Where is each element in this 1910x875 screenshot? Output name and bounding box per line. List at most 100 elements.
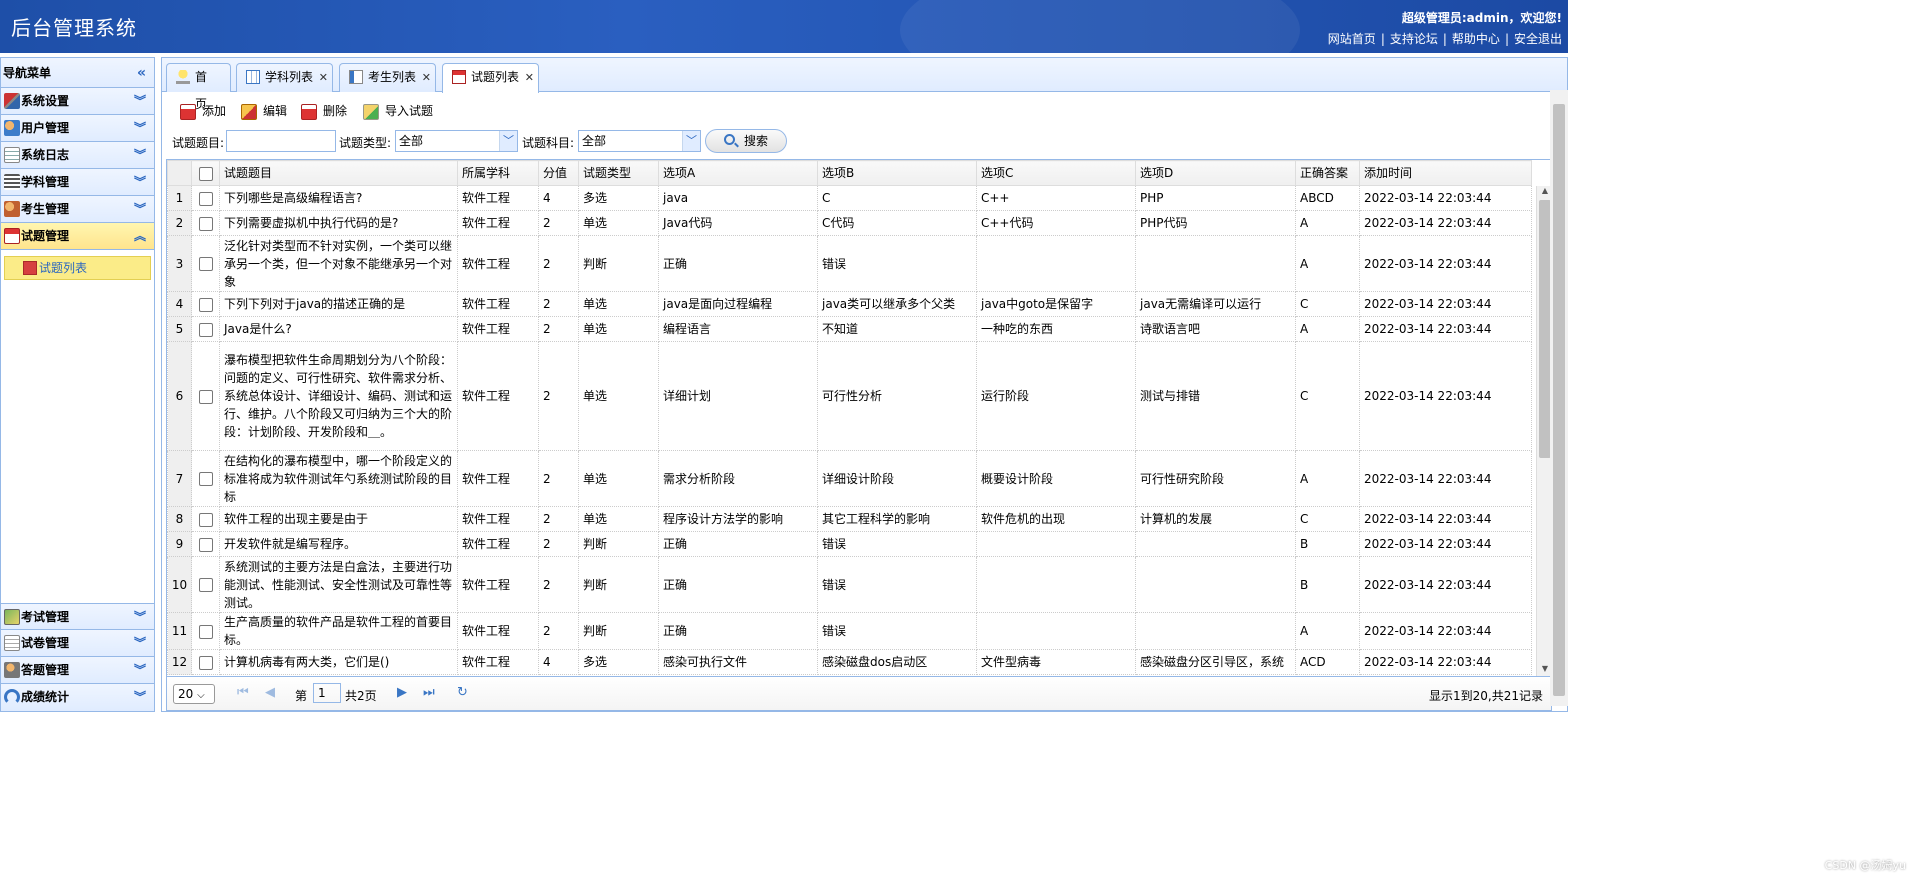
link-forum[interactable]: 支持论坛 (1390, 32, 1438, 46)
column-header[interactable]: 选项D (1135, 160, 1296, 186)
chevron-down-icon[interactable]: ﹀ (499, 131, 517, 151)
expand-icon[interactable]: ︾ (134, 604, 146, 630)
table-row[interactable]: 9 开发软件就是编写程序。 软件工程 2 判断 正确 错误 B 2022-03-14 22:03… (167, 531, 1532, 557)
menu-system-log[interactable]: 系统日志 ︾ (1, 142, 154, 169)
select-all-checkbox[interactable] (191, 160, 220, 186)
link-logout[interactable]: 安全退出 (1514, 32, 1562, 46)
column-header[interactable]: 试题题目 (219, 160, 458, 186)
table-row[interactable]: 1 下列哪些是高级编程语言? 软件工程 4 多选 java C C++ PHP ABCD 2022-… (167, 185, 1532, 211)
table-cell: 4 (538, 649, 579, 675)
sidebar-item-question-list[interactable]: 试题列表 (4, 256, 151, 280)
table-row[interactable]: 4 下列下列对于java的描述正确的是 软件工程 2 单选 java是面向过程编程 java… (167, 291, 1532, 317)
row-checkbox[interactable] (191, 649, 220, 675)
delete-button[interactable]: 删除 (301, 102, 347, 122)
table-cell (1135, 531, 1296, 557)
menu-answer-management[interactable]: 答题管理 ︾ (1, 657, 154, 684)
menu-system-settings[interactable]: 系统设置 ︾ (1, 88, 154, 115)
table-cell: 可行性分析 (817, 341, 977, 451)
collapse-icon[interactable]: ︽ (134, 223, 146, 249)
tab-question-list[interactable]: 试题列表 ✕ (442, 63, 539, 93)
close-icon[interactable]: ✕ (319, 64, 328, 91)
import-button[interactable]: 导入试题 (363, 102, 433, 122)
tab-student-list[interactable]: 考生列表 ✕ (339, 63, 436, 92)
column-header[interactable]: 选项B (817, 160, 977, 186)
refresh-icon[interactable]: ↻ (457, 685, 468, 700)
expand-icon[interactable]: ︾ (134, 115, 146, 141)
tab-subject-list[interactable]: 学科列表 ✕ (236, 63, 333, 92)
subject-filter-select[interactable]: 全部 ﹀ (578, 130, 701, 152)
table-cell: java类可以继承多个父类 (817, 291, 977, 317)
table-row[interactable]: 5 Java是什么? 软件工程 2 单选 编程语言 不知道 一种吃的东西 诗歌语言吧 A 2022-… (167, 316, 1532, 342)
menu-user-management[interactable]: 用户管理 ︾ (1, 115, 154, 142)
expand-icon[interactable]: ︾ (134, 169, 146, 195)
row-checkbox[interactable] (191, 185, 220, 211)
tab-home[interactable]: 首页 (166, 63, 231, 111)
row-checkbox[interactable] (191, 235, 220, 292)
expand-icon[interactable]: ︾ (134, 684, 146, 710)
page-size-select[interactable]: 20 ⌵ (173, 684, 215, 704)
table-cell (1135, 556, 1296, 613)
column-header[interactable]: 选项C (976, 160, 1136, 186)
page-number-input[interactable]: 1 (313, 683, 341, 703)
close-icon[interactable]: ✕ (422, 64, 431, 91)
search-button[interactable]: 搜索 (705, 129, 787, 153)
table-row[interactable]: 12 计算机病毒有两大类，它们是() 软件工程 4 多选 感染可执行文件 感染磁盘dos启动… (167, 649, 1532, 675)
first-page-icon[interactable]: ⏮ (237, 685, 249, 700)
menu-subject-management[interactable]: 学科管理 ︾ (1, 169, 154, 196)
link-help[interactable]: 帮助中心 (1452, 32, 1500, 46)
expand-icon[interactable]: ︾ (134, 657, 146, 683)
table-row[interactable]: 2 下列需要虚拟机中执行代码的是? 软件工程 2 单选 Java代码 C代码 C++代码 PHP… (167, 210, 1532, 236)
menu-student-management[interactable]: 考生管理 ︾ (1, 196, 154, 223)
table-cell: C代码 (817, 210, 977, 236)
row-checkbox[interactable] (191, 316, 220, 342)
table-cell: 2022-03-14 22:03:44 (1359, 531, 1532, 557)
table-cell: 2022-03-14 22:03:44 (1359, 612, 1532, 650)
table-cell: 2022-03-14 22:03:44 (1359, 185, 1532, 211)
chevron-down-icon[interactable]: ﹀ (682, 131, 700, 151)
table-row[interactable]: 10 系统测试的主要方法是白盒法，主要进行功能测试、性能测试、安全性测试及可靠性等… (167, 556, 1532, 613)
edit-button[interactable]: 编辑 (241, 102, 287, 122)
expand-icon[interactable]: ︾ (134, 196, 146, 222)
type-filter-select[interactable]: 全部 ﹀ (395, 130, 518, 152)
row-checkbox[interactable] (191, 210, 220, 236)
row-checkbox[interactable] (191, 556, 220, 613)
column-header[interactable]: 选项A (658, 160, 818, 186)
menu-score-stats[interactable]: 成绩统计 ︾ (1, 684, 154, 711)
table-cell: 2 (538, 612, 579, 650)
table-row[interactable]: 3 泛化针对类型而不针对实例，一个类可以继承另一个类，但一个对象不能继承另一个对象… (167, 235, 1532, 292)
expand-icon[interactable]: ︾ (134, 630, 146, 656)
column-header[interactable]: 添加时间 (1359, 160, 1532, 186)
table-cell: 错误 (817, 556, 977, 613)
menu-question-management[interactable]: 试题管理 ︽ (1, 223, 154, 250)
menu-paper-management[interactable]: 试卷管理 ︾ (1, 630, 154, 657)
table-row[interactable]: 6 瀑布模型把软件生命周期划分为八个阶段：问题的定义、可行性研究、软件需求分析、系… (167, 341, 1532, 451)
title-filter-input[interactable] (226, 130, 336, 152)
row-checkbox[interactable] (191, 341, 220, 451)
row-checkbox[interactable] (191, 506, 220, 532)
collapse-sidebar-icon[interactable]: « (137, 58, 146, 88)
link-home[interactable]: 网站首页 (1328, 32, 1376, 46)
column-header[interactable]: 正确答案 (1295, 160, 1360, 186)
prev-page-icon[interactable]: ◀ (265, 685, 275, 700)
table-row[interactable]: 7 在结构化的瀑布模型中，哪一个阶段定义的标准将成为软件测试年勺系统测试阶段的目标… (167, 450, 1532, 507)
expand-icon[interactable]: ︾ (134, 142, 146, 168)
row-checkbox[interactable] (191, 612, 220, 650)
page-scrollbar[interactable] (1550, 90, 1568, 706)
column-header[interactable]: 所属学科 (457, 160, 539, 186)
close-icon[interactable]: ✕ (525, 64, 534, 91)
row-checkbox[interactable] (191, 450, 220, 507)
last-page-icon[interactable]: ⏭ (423, 685, 435, 700)
next-page-icon[interactable]: ▶ (397, 685, 407, 700)
column-header[interactable]: 试题类型 (578, 160, 659, 186)
table-row[interactable]: 11 生产高质量的软件产品是软件工程的首要目标。 软件工程 2 判断 正确 错误 A 2022-… (167, 612, 1532, 650)
table-cell: 下列需要虚拟机中执行代码的是? (219, 210, 458, 236)
menu-exam-management[interactable]: 考试管理 ︾ (1, 603, 154, 630)
row-checkbox[interactable] (191, 531, 220, 557)
column-header[interactable]: 分值 (538, 160, 579, 186)
table-row[interactable]: 8 软件工程的出现主要是由于 软件工程 2 单选 程序设计方法学的影响 其它工程科学的影响软… (167, 506, 1532, 532)
chevron-down-icon: ⌵ (197, 690, 205, 701)
add-button[interactable]: 添加 (180, 102, 226, 122)
expand-icon[interactable]: ︾ (134, 88, 146, 114)
row-checkbox[interactable] (191, 291, 220, 317)
page-scrollbar-thumb[interactable] (1553, 104, 1565, 696)
